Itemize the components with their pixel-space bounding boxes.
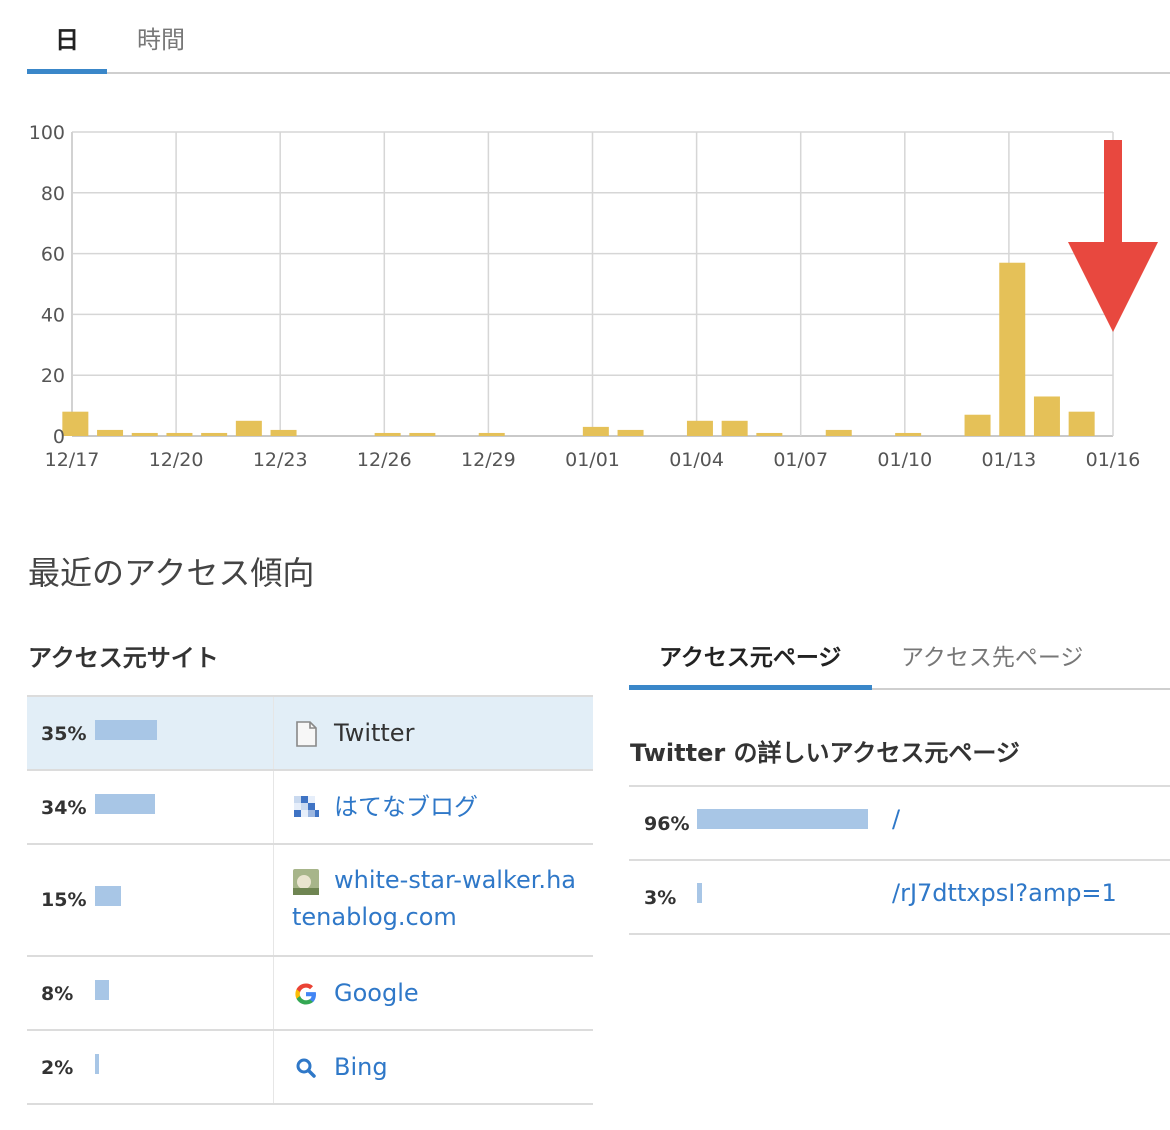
x-tick-label: 01/10 xyxy=(877,449,932,471)
tab-destination-page[interactable]: アクセス先ページ xyxy=(901,638,1083,672)
document-icon xyxy=(292,720,320,748)
arrow-head xyxy=(1068,242,1158,332)
search-icon xyxy=(292,1054,320,1082)
detail-percent-bar xyxy=(697,809,868,829)
arrow-annotation xyxy=(1068,140,1158,332)
x-tick-label: 01/04 xyxy=(669,449,724,471)
chart-bar xyxy=(166,432,193,436)
chart-bar xyxy=(999,262,1026,436)
source-site-link[interactable]: はてなブログ xyxy=(334,788,478,826)
y-tick-label: 20 xyxy=(41,365,65,387)
access-bar-chart: 0 20 40 60 80 100 12/17 12/20 12/23 12/26 12/29 01… xyxy=(29,122,1158,471)
source-row-bing[interactable]: 2% Bing xyxy=(27,1031,593,1105)
y-axis-ticks: 0 20 40 60 80 100 xyxy=(29,122,65,448)
detail-path-link[interactable]: / xyxy=(892,805,900,833)
x-tick-label: 01/07 xyxy=(773,449,828,471)
tabs-divider xyxy=(27,72,1170,74)
chart-grid xyxy=(71,131,1114,437)
active-tab-indicator xyxy=(27,69,107,74)
access-sources-table: 35% Twitter 34% はてなブログ 15% white-star-wa… xyxy=(27,695,593,1105)
google-icon xyxy=(292,980,320,1008)
x-axis-ticks: 12/17 12/20 12/23 12/26 12/29 01/01 01/04 01/07… xyxy=(45,449,1141,471)
chart-bar xyxy=(374,432,401,436)
chart-bar xyxy=(617,429,644,436)
detail-path-link[interactable]: /rJ7dttxpsI?amp=1 xyxy=(892,879,1117,907)
source-percent: 2% xyxy=(41,1057,74,1079)
y-tick-label: 60 xyxy=(41,244,65,266)
source-percent-bar xyxy=(95,720,157,740)
source-site-link[interactable]: Bing xyxy=(334,1048,388,1086)
x-tick-label: 01/01 xyxy=(565,449,620,471)
source-percent: 8% xyxy=(41,983,74,1005)
detail-table: 96% / 3% /rJ7dttxpsI?amp=1 xyxy=(629,785,1170,935)
detail-row[interactable]: 96% / xyxy=(629,787,1170,861)
x-tick-label: 12/17 xyxy=(45,449,100,471)
detail-title: Twitter の詳しいアクセス元ページ xyxy=(630,739,1020,767)
arrow-shaft xyxy=(1104,140,1122,252)
chart-bar xyxy=(235,420,262,436)
source-row-white-star-walker[interactable]: 15% white-star-walker.hatenablog.com xyxy=(27,845,593,957)
chart-bar xyxy=(62,411,89,436)
active-tab-indicator xyxy=(629,685,872,690)
detail-percent-bar xyxy=(697,883,702,903)
chart-bar xyxy=(825,429,852,436)
chart-bar xyxy=(201,432,228,436)
source-row-twitter[interactable]: 35% Twitter xyxy=(27,697,593,771)
x-tick-label: 12/20 xyxy=(149,449,204,471)
source-percent-bar xyxy=(95,886,121,906)
chart-bars xyxy=(62,262,1095,436)
source-percent-bar xyxy=(95,1054,99,1074)
tab-source-page[interactable]: アクセス元ページ xyxy=(659,638,841,672)
chart-bar xyxy=(270,429,297,436)
source-percent: 35% xyxy=(41,723,87,745)
period-tabs: 日 時間 xyxy=(0,0,1170,76)
chart-bar xyxy=(756,432,783,436)
chart-bar xyxy=(895,432,922,436)
y-tick-label: 100 xyxy=(29,122,65,144)
chart-bar xyxy=(1068,411,1095,436)
source-site-label: Twitter xyxy=(334,719,415,747)
chart-bar xyxy=(131,432,158,436)
detail-row[interactable]: 3% /rJ7dttxpsI?amp=1 xyxy=(629,861,1170,935)
chart-bar xyxy=(964,414,991,436)
tab-hour[interactable]: 時間 xyxy=(137,20,185,56)
chart-bar xyxy=(686,420,713,436)
chart-bar xyxy=(721,420,748,436)
tab-day[interactable]: 日 xyxy=(55,20,79,56)
source-percent: 34% xyxy=(41,797,87,819)
hatena-blog-icon xyxy=(292,794,320,822)
source-site-link[interactable]: white-star-walker.hatenablog.com xyxy=(292,862,582,936)
y-tick-label: 80 xyxy=(41,183,65,205)
source-site-link[interactable]: Google xyxy=(334,974,419,1012)
source-percent-bar xyxy=(95,980,109,1000)
y-tick-label: 40 xyxy=(41,304,65,326)
section-title: 最近のアクセス傾向 xyxy=(28,554,315,592)
detail-percent: 3% xyxy=(644,887,677,909)
x-tick-label: 12/23 xyxy=(253,449,308,471)
x-tick-label: 01/16 xyxy=(1086,449,1141,471)
chart-bar xyxy=(409,432,436,436)
detail-percent: 96% xyxy=(644,813,690,835)
chart-bar xyxy=(582,426,609,436)
page-tabs: アクセス元ページ アクセス先ページ xyxy=(629,630,1170,690)
x-tick-label: 01/13 xyxy=(982,449,1037,471)
access-sources-title: アクセス元サイト xyxy=(28,644,219,672)
x-tick-label: 12/26 xyxy=(357,449,412,471)
chart-bar xyxy=(97,429,124,436)
y-tick-label: 0 xyxy=(53,426,65,448)
x-tick-label: 12/29 xyxy=(461,449,516,471)
source-row-google[interactable]: 8% Google xyxy=(27,957,593,1031)
source-percent-bar xyxy=(95,794,155,814)
chart-bar xyxy=(1033,396,1060,436)
source-row-hatena-blog[interactable]: 34% はてなブログ xyxy=(27,771,593,845)
source-percent: 15% xyxy=(41,889,87,911)
chart-bar xyxy=(478,432,505,436)
